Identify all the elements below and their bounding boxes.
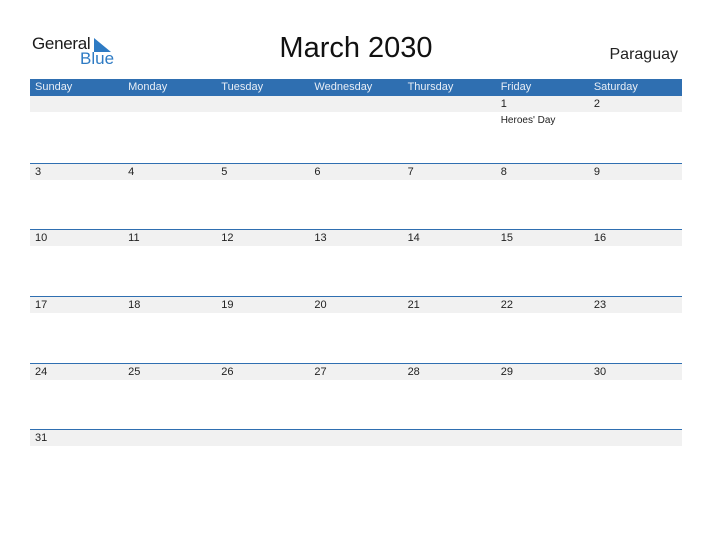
day-number: 16 — [593, 232, 607, 245]
week-row: 31 — [30, 429, 682, 447]
weekday-tuesday: Tuesday — [221, 81, 264, 93]
day-cell[interactable]: 5 — [216, 164, 309, 230]
day-number: 10 — [35, 232, 48, 245]
week-row: 17 18 19 20 21 22 23 — [30, 296, 682, 363]
day-number: 26 — [221, 365, 234, 378]
day-cell[interactable]: 23 — [589, 297, 682, 363]
day-cell[interactable]: 9 — [589, 164, 682, 230]
day-number: 4 — [128, 165, 135, 178]
day-cell[interactable]: 3 — [30, 164, 123, 230]
calendar-grid: Sunday Monday Tuesday Wednesday Thursday… — [30, 79, 682, 447]
day-number: 22 — [500, 299, 513, 312]
day-number: 17 — [35, 299, 48, 312]
day-cell[interactable]: 11 — [123, 230, 216, 296]
day-number: 19 — [221, 299, 234, 312]
day-cell[interactable]: 12 — [216, 230, 309, 296]
day-cell[interactable]: 7 — [403, 164, 496, 230]
day-cell[interactable]: 31 — [30, 430, 123, 446]
day-number: 9 — [593, 165, 600, 178]
page-title: March 2030 — [279, 32, 433, 64]
day-cell[interactable]: 28 — [403, 364, 496, 430]
day-number: 14 — [407, 232, 420, 245]
day-number: 3 — [35, 165, 42, 178]
holiday-label: Heroes' Day — [500, 115, 556, 126]
day-cell[interactable] — [309, 96, 402, 163]
day-cell[interactable] — [123, 430, 216, 446]
day-cell[interactable]: 13 — [309, 230, 402, 296]
day-cell[interactable]: 6 — [309, 164, 402, 230]
day-cell[interactable]: 29 — [496, 364, 589, 430]
day-cell[interactable]: 18 — [123, 297, 216, 363]
day-number: 28 — [407, 365, 420, 378]
day-cell[interactable] — [216, 96, 309, 163]
day-cell[interactable]: 8 — [496, 164, 589, 230]
day-cell[interactable] — [496, 430, 589, 446]
weekday-wednesday: Wednesday — [314, 81, 373, 93]
day-cell[interactable]: 16 — [589, 230, 682, 296]
weekday-monday: Monday — [128, 81, 168, 93]
weekday-friday: Friday — [500, 81, 532, 93]
day-number: 15 — [500, 232, 513, 245]
day-number: 27 — [314, 365, 327, 378]
day-cell[interactable] — [589, 430, 682, 446]
country-label: Paraguay — [609, 46, 679, 63]
week-row: 1 Heroes' Day 2 — [30, 96, 682, 163]
day-number: 18 — [128, 299, 141, 312]
day-number: 20 — [314, 299, 327, 312]
day-number: 21 — [407, 299, 420, 312]
day-cell[interactable] — [309, 430, 402, 446]
day-cell[interactable]: 14 — [403, 230, 496, 296]
day-number: 30 — [593, 365, 607, 378]
week-row: 10 11 12 13 14 15 16 — [30, 229, 682, 296]
day-number: 2 — [593, 98, 600, 110]
day-number: 11 — [128, 232, 140, 245]
day-number: 13 — [314, 232, 327, 245]
day-cell[interactable] — [403, 430, 496, 446]
day-number: 24 — [35, 365, 48, 378]
day-cell[interactable]: 24 — [30, 364, 123, 430]
day-cell[interactable]: 19 — [216, 297, 309, 363]
day-cell[interactable]: 15 — [496, 230, 589, 296]
week-row: 24 25 26 27 28 29 30 — [30, 362, 682, 430]
day-cell[interactable] — [216, 430, 309, 446]
day-cell[interactable]: 22 — [496, 297, 589, 363]
day-cell[interactable]: 30 — [589, 364, 682, 430]
day-number: 29 — [500, 365, 513, 378]
day-cell[interactable]: 2 — [589, 96, 682, 163]
day-number: 6 — [314, 165, 321, 178]
day-cell[interactable]: 27 — [309, 364, 402, 430]
day-cell[interactable]: 4 — [123, 164, 216, 230]
week-row: 3 4 5 6 7 8 9 — [30, 162, 682, 230]
day-cell[interactable]: 26 — [216, 364, 309, 430]
day-number: 7 — [407, 165, 414, 178]
weekday-sunday: Sunday — [35, 81, 73, 93]
weekday-saturday: Saturday — [593, 81, 638, 93]
weekday-thursday: Thursday — [407, 81, 454, 93]
day-cell[interactable]: 20 — [309, 297, 402, 363]
day-cell[interactable]: 17 — [30, 297, 123, 363]
weekday-header: Sunday Monday Tuesday Wednesday Thursday… — [30, 79, 682, 96]
day-number: 12 — [221, 232, 234, 245]
day-number: 5 — [221, 165, 228, 178]
day-cell[interactable]: 21 — [403, 297, 496, 363]
day-number: 8 — [500, 165, 507, 178]
day-number: 1 — [500, 98, 507, 110]
day-number: 25 — [128, 365, 141, 378]
day-number: 31 — [35, 432, 48, 445]
day-number: 23 — [593, 299, 607, 312]
day-cell[interactable] — [123, 96, 216, 163]
day-cell[interactable]: 25 — [123, 364, 216, 430]
day-cell[interactable] — [30, 96, 123, 163]
day-cell[interactable]: 1 Heroes' Day — [496, 96, 589, 163]
day-cell[interactable]: 10 — [30, 230, 123, 296]
day-cell[interactable] — [403, 96, 496, 163]
